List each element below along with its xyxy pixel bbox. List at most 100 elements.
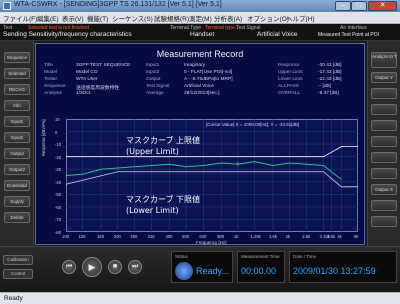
upper-limit-annotation: マスクカーブ 上限値 (Upper Limit) (126, 135, 200, 157)
right-button-4[interactable] (371, 104, 397, 115)
menu-view[interactable]: 表示(V) (62, 13, 84, 23)
menu-sequence[interactable]: シーケンス(S) (112, 13, 153, 23)
right-button-11[interactable] (371, 216, 397, 227)
meta-key: ALLPASS (278, 84, 299, 89)
test-name: Sending Sensitivity/frequency characteri… (3, 31, 132, 38)
x-tick-label: 630 (199, 234, 207, 239)
upper-limit-jp: マスクカーブ 上限値 (126, 136, 201, 145)
x-tick-label: 4k (337, 234, 342, 239)
lower-limit-annotation: マスクカーブ 下限値 (Lower Limit) (126, 194, 200, 216)
record-title: Measurement Record (156, 49, 244, 59)
menu-standard[interactable]: 試験規格(R) (154, 13, 189, 23)
cursor-marker[interactable]: + (236, 161, 240, 168)
meta-value: 28/12/2013[sec.] (184, 91, 220, 96)
x-tick-label: 125 (78, 234, 86, 239)
control-button[interactable]: Control (3, 269, 33, 279)
menu-edit[interactable]: 編集(E) (37, 13, 59, 23)
input2-button[interactable]: Input2 (4, 132, 30, 143)
output2-button[interactable]: Output2 (4, 164, 30, 175)
minimize-icon: – (341, 2, 345, 9)
x-tick-label: 1k (233, 234, 239, 239)
right-button-10[interactable] (371, 200, 397, 211)
measurement-time-display: Measurement Time 00:00.00 (237, 251, 285, 283)
meta-key: Model (44, 70, 58, 75)
meta-key: Analysis (44, 91, 62, 96)
status-value: Ready... (196, 266, 229, 276)
menu-file[interactable]: ファイル(F) (3, 13, 37, 23)
stop-button[interactable]: ■ (108, 260, 122, 274)
output-y-button[interactable]: Output Y (371, 72, 397, 83)
output-x-button[interactable]: Output X (371, 184, 397, 195)
menu-analysis[interactable]: 分析表(A) (214, 13, 242, 23)
supply-button[interactable]: Supply (4, 196, 30, 207)
play-button[interactable]: ▶ (82, 257, 102, 277)
y-tick-label: -10 (55, 142, 62, 148)
x-tick-label: 500 (182, 234, 190, 239)
app-icon (3, 2, 11, 10)
meta-value: 送話感度周波数特性 (76, 86, 120, 91)
y-tick-label: -70 (55, 217, 62, 223)
maximize-icon: □ (356, 2, 362, 9)
meta-value: -22.43 [dB] (318, 77, 342, 82)
y-tick-label: 10 (55, 117, 60, 122)
close-button[interactable]: ✕ (368, 1, 397, 11)
analyze-table-button[interactable]: Analyze to Table (371, 52, 397, 68)
right-button-3[interactable] (371, 88, 397, 99)
meta-key: Upper Limit (278, 70, 303, 75)
download-button[interactable]: Download (4, 180, 30, 191)
left-button-panel: Sequence Selected RECVG Info Input1 Inpu… (0, 41, 34, 246)
datetime-label: Date / Time (293, 254, 317, 259)
y-tick-label: 0 (55, 129, 58, 135)
right-button-7[interactable] (371, 152, 397, 163)
play-icon: ▶ (88, 262, 96, 272)
right-button-5[interactable] (371, 120, 397, 131)
menu-function[interactable]: 機能(T) (87, 13, 108, 23)
close-icon: ✕ (379, 2, 386, 9)
right-button-8[interactable] (371, 168, 397, 179)
response-chart[interactable]: + (66, 119, 358, 232)
meta-value: Artificial Voice (184, 84, 214, 89)
meta-value: -9.37 [dB] (318, 91, 339, 96)
ready-icon (175, 262, 193, 280)
meta-value: -- [dB] (318, 84, 332, 89)
meta-key: Sequence (44, 84, 66, 89)
menu-measure[interactable]: 測定(M) (189, 13, 212, 23)
status-bar-text: Ready (4, 295, 23, 302)
y-tick-label: -50 (55, 192, 62, 198)
input1-button[interactable]: Input1 (4, 116, 30, 127)
sequence-button[interactable]: Sequence (4, 52, 30, 63)
app-window: WTA-CSWRX - [SENDING]3GPP TS 26.131/132 … (0, 0, 400, 304)
meta-key: Input1 (146, 63, 160, 68)
info-button[interactable]: Info (4, 100, 30, 111)
delete-button[interactable]: Delete (4, 212, 30, 223)
measurement-record: Measurement Record Title 3GPP TEST SEQUEN… (35, 43, 365, 245)
x-tick-label: 400 (165, 234, 173, 239)
output-button[interactable]: Output (4, 148, 30, 159)
meta-value: 0 - FLAT[Use POI]-vol] (184, 70, 233, 75)
meta-value: 3GPP TEST SEQUENCE (76, 63, 131, 68)
forward-button[interactable]: ⏭ (128, 260, 142, 274)
lower-limit-line (66, 171, 358, 188)
meta-key: Test Signal (146, 84, 170, 89)
x-tick-label: 1.25k (250, 234, 261, 239)
minimize-button[interactable]: – (335, 1, 351, 11)
meta-key: Average (146, 91, 164, 96)
terminal-value: Handset (190, 31, 215, 38)
meta-value: Model CO (76, 70, 98, 75)
menu-help[interactable]: ヘルプ(H) (286, 13, 315, 23)
meta-key: Response (278, 63, 300, 68)
meta-key: OVERALL (278, 91, 301, 96)
status-display: Status Ready... (171, 251, 233, 283)
transport-bar: Calibration Control ⏮ ▶ ■ ⏭ Status Ready… (0, 246, 400, 293)
calibration-button[interactable]: Calibration (3, 255, 33, 265)
rewind-button[interactable]: ⏮ (62, 260, 76, 274)
meta-key: Title (44, 63, 53, 68)
maximize-button[interactable]: □ (351, 1, 367, 11)
selected-button[interactable]: Selected (4, 68, 30, 79)
x-tick-label: 5k (354, 234, 359, 239)
datetime-display: Date / Time 2009/01/30 13:27:59 (289, 251, 397, 283)
right-button-6[interactable] (371, 136, 397, 147)
title-bar: WTA-CSWRX - [SENDING]3GPP TS 26.131/132 … (0, 0, 400, 12)
menu-options[interactable]: オプション(O) (247, 13, 289, 23)
recvg-button[interactable]: RECVG (4, 84, 30, 95)
